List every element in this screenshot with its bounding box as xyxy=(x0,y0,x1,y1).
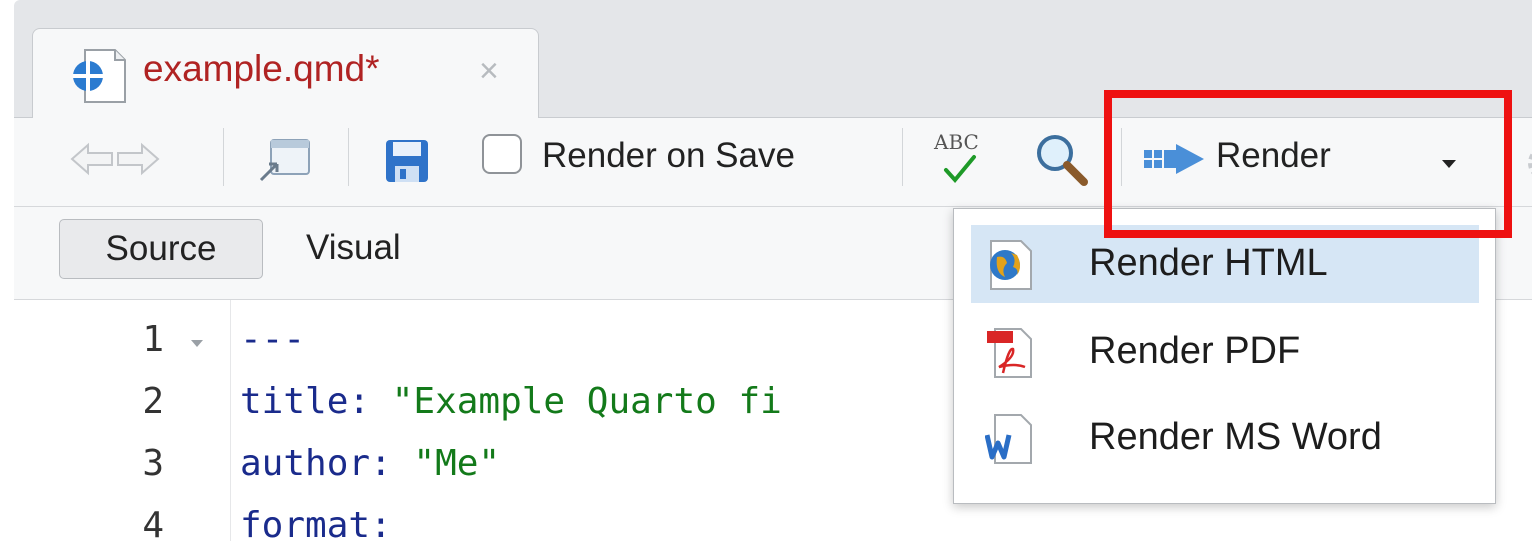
tab-title: example.qmd* xyxy=(143,48,380,89)
code-token: format: xyxy=(240,505,392,546)
menu-item-label: Render HTML xyxy=(1089,242,1328,284)
gutter-divider xyxy=(230,300,231,541)
menu-item-label: Render MS Word xyxy=(1089,416,1382,458)
code-line: format: xyxy=(240,504,392,548)
toolbar-separator xyxy=(348,128,349,186)
spellcheck-abc-text: ABC xyxy=(934,130,979,154)
tab-example-qmd[interactable]: example.qmd* × xyxy=(32,28,539,121)
fold-toggle-icon[interactable] xyxy=(191,340,203,347)
editor-window: example.qmd* × Render on Save ABC Render… xyxy=(0,0,1532,546)
visual-mode-button[interactable]: Visual xyxy=(306,219,401,277)
spellcheck-icon[interactable]: ABC xyxy=(934,130,996,186)
toolbar-separator xyxy=(223,128,224,186)
close-icon[interactable]: × xyxy=(479,49,499,93)
line-gutter: 1 2 3 4 xyxy=(14,300,226,546)
find-replace-icon[interactable] xyxy=(1034,132,1088,186)
check-mark-icon xyxy=(944,155,976,184)
code-token: --- xyxy=(240,319,306,360)
menu-item-label: Render PDF xyxy=(1089,330,1301,372)
code-line: --- xyxy=(240,318,305,362)
code-token: "Example Quarto fi xyxy=(391,381,782,422)
render-highlight-box xyxy=(1104,90,1512,238)
pdf-icon xyxy=(987,328,1032,378)
render-on-save-checkbox[interactable] xyxy=(482,134,522,174)
forward-arrow-icon[interactable] xyxy=(116,142,160,176)
line-number: 1 xyxy=(142,319,164,360)
save-icon[interactable] xyxy=(384,138,430,184)
show-in-window-icon[interactable] xyxy=(257,136,313,184)
source-mode-button[interactable]: Source xyxy=(59,219,263,279)
gear-icon[interactable] xyxy=(1520,138,1532,188)
code-line: author: "Me" xyxy=(240,442,500,486)
back-arrow-icon[interactable] xyxy=(70,142,114,176)
word-icon xyxy=(985,414,1032,464)
render-dropdown-menu: Render HTML Render PDF Render MS Word xyxy=(953,208,1496,504)
globe-icon xyxy=(990,240,1032,290)
line-number: 2 xyxy=(142,381,164,422)
code-token: author: xyxy=(240,443,414,484)
code-token: title: xyxy=(240,381,392,422)
line-number: 4 xyxy=(142,505,164,546)
code-line: title: "Example Quarto fi xyxy=(240,380,782,424)
line-number: 3 xyxy=(142,443,164,484)
render-on-save-label[interactable]: Render on Save xyxy=(542,134,795,178)
quarto-doc-icon xyxy=(73,49,126,103)
menu-item-render-ms-word[interactable]: Render MS Word xyxy=(971,399,1479,477)
menu-item-render-pdf[interactable]: Render PDF xyxy=(971,313,1479,391)
code-token: "Me" xyxy=(413,443,501,484)
toolbar-separator xyxy=(902,128,903,186)
